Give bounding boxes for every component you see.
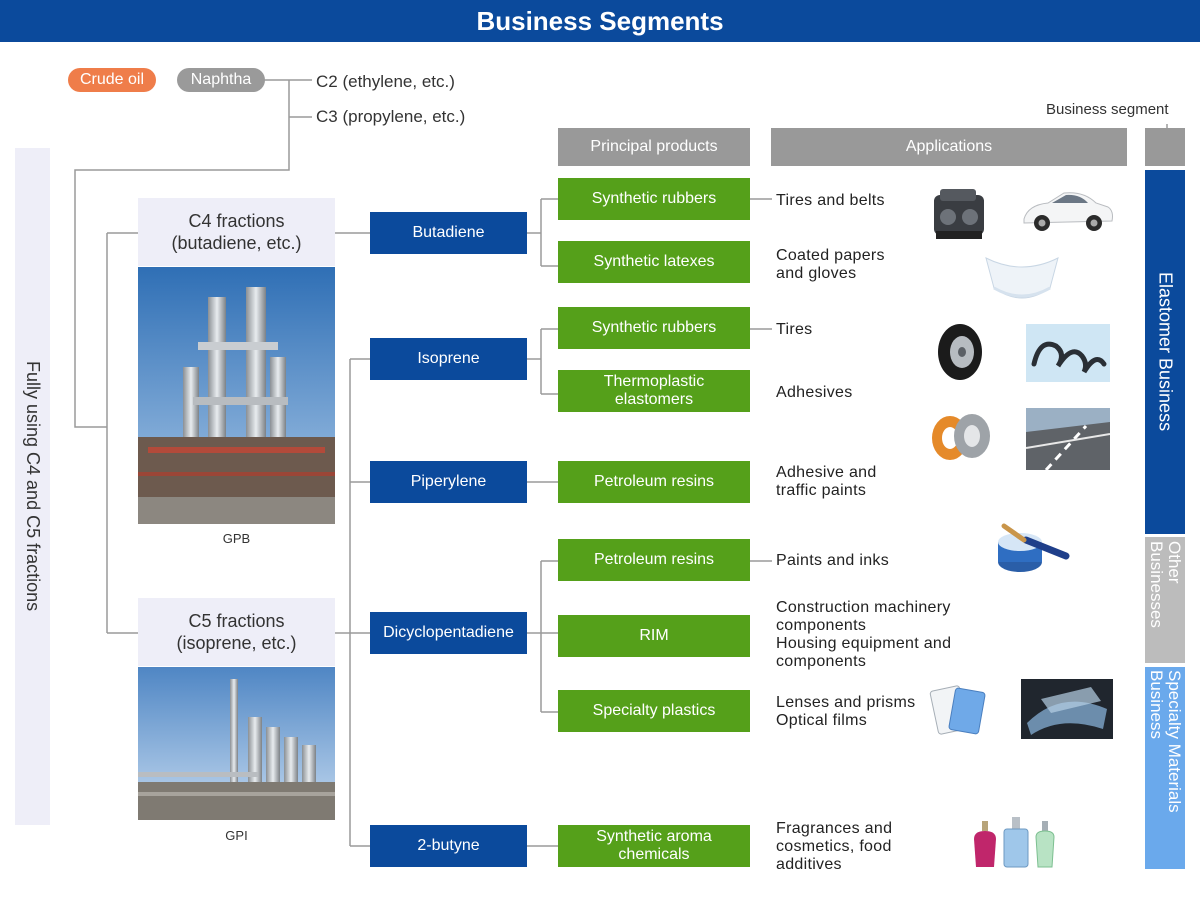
road-icon (1026, 408, 1110, 470)
gpb-caption: GPB (222, 531, 251, 546)
principal-products-header: Principal products (558, 128, 750, 166)
app-adhesives: Adhesives (776, 384, 853, 401)
app-adhesive-traffic-paints: Adhesive and traffic paints (776, 464, 877, 499)
app-tires-and-belts: Tires and belts (776, 192, 885, 209)
product-rim: RIM (558, 615, 750, 657)
side-label: Fully using C4 and C5 fractions (15, 148, 50, 825)
c3-label: C3 (propylene, etc.) (316, 107, 466, 126)
product-petroleum-resins-1: Petroleum resins (558, 461, 750, 503)
engine-icon (934, 189, 984, 239)
c4-fractions-box: C4 fractions (butadiene, etc.) (138, 198, 335, 266)
app-lenses-optical-films: Lenses and prisms Optical films (776, 694, 916, 729)
product-petroleum-resins-2: Petroleum resins (558, 539, 750, 581)
tape-icon (932, 414, 990, 460)
monomer-piperylene: Piperylene (370, 461, 527, 503)
product-synthetic-rubbers-1: Synthetic rubbers (558, 178, 750, 220)
product-synthetic-latexes: Synthetic latexes (558, 241, 750, 283)
business-segment-header (1145, 128, 1185, 166)
monomer-isoprene: Isoprene (370, 338, 527, 380)
app-construction-housing: Construction machinery components Housing… (776, 599, 952, 670)
hose-icon (1026, 324, 1110, 382)
car-icon (1023, 192, 1113, 231)
applications-header: Applications (771, 128, 1127, 166)
product-specialty-plastics: Specialty plastics (558, 690, 750, 732)
gpi-plant-photo (138, 667, 335, 820)
tire-icon (938, 324, 982, 380)
crude-oil-pill: Crude oil (68, 68, 156, 92)
product-synthetic-aroma-chemicals: Synthetic aroma chemicals (558, 825, 750, 867)
c2-label: C2 (ethylene, etc.) (316, 72, 455, 91)
naphtha-pill: Naphtha (177, 68, 265, 92)
app-tires: Tires (776, 321, 813, 338)
monomer-butadiene: Butadiene (370, 212, 527, 254)
segment-specialty-materials-business: Specialty Materials Business (1145, 667, 1185, 869)
monomer-dicyclopentadiene: Dicyclopentadiene (370, 612, 527, 654)
diaper-icon (985, 257, 1059, 299)
product-thermoplastic-elastomers: Thermoplastic elastomers (558, 370, 750, 412)
optical-film-icon (1021, 679, 1113, 739)
business-segment-label: Business segment (1046, 101, 1169, 118)
gpb-plant-photo (138, 267, 335, 524)
app-coated-papers: Coated papers and gloves (776, 247, 885, 282)
segment-other-businesses: Other Businesses (1145, 537, 1185, 663)
tablet-icon (929, 685, 986, 735)
monomer-2-butyne: 2-butyne (370, 825, 527, 867)
gpi-caption: GPI (225, 828, 248, 843)
app-paints-and-inks: Paints and inks (776, 552, 890, 569)
segment-elastomer-business: Elastomer Business (1145, 170, 1185, 534)
perfume-icon (974, 817, 1055, 868)
paint-can-icon (998, 523, 1070, 572)
product-synthetic-rubbers-2: Synthetic rubbers (558, 307, 750, 349)
c5-fractions-box: C5 fractions (isoprene, etc.) (138, 598, 335, 666)
app-fragrances: Fragrances and cosmetics, food additives (776, 820, 893, 873)
